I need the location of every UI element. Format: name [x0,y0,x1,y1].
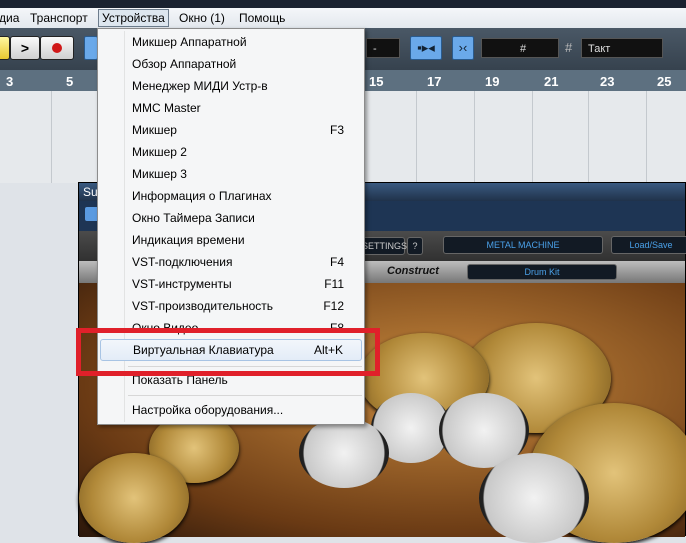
item-label: Настройка оборудования... [132,403,284,417]
load-save-button[interactable]: Load/Save [611,236,686,254]
menu-media[interactable]: диа [0,10,22,26]
item-shortcut: F3 [329,123,344,137]
item-label: MMC Master [132,101,201,115]
menu-item-device-setup[interactable]: Настройка оборудования... [100,399,362,421]
grid-line [532,91,533,183]
item-label: Микшер 2 [132,145,187,159]
item-label: Информация о Плагинах [132,189,272,203]
menu-item-midi-device-manager[interactable]: Менеджер МИДИ Устр-в [100,75,362,97]
floor-tom[interactable] [479,453,589,543]
ruler-mark: 21 [544,74,559,89]
pointer-tool[interactable] [84,36,98,60]
snap-mode-button[interactable]: ▪▸◂ [410,36,442,60]
record-button[interactable] [40,36,74,60]
item-label: VST-производительность [132,299,274,313]
menu-item-time-display[interactable]: Индикация времени [100,229,362,251]
cymbal[interactable] [79,453,189,543]
quantize-dropdown[interactable]: Такт [581,38,663,58]
cycle-button[interactable] [0,36,10,60]
construct-label: Construct [387,265,439,277]
grid-line [646,91,647,183]
menu-item-vst-connections[interactable]: VST-подключения F4 [100,251,362,273]
menu-item-mmc-master[interactable]: MMC Master [100,97,362,119]
menu-help[interactable]: Помощь [236,10,288,26]
menu-devices[interactable]: Устройства [98,9,169,27]
grid-line [588,91,589,183]
help-button[interactable]: ? [407,237,423,255]
menu-item-hardware-mixer[interactable]: Микшер Аппаратной [100,31,362,53]
menu-item-mixer[interactable]: Микшер F3 [100,119,362,141]
tom-drum[interactable] [299,418,389,488]
item-shortcut: F12 [323,299,344,313]
menu-item-hardware-overview[interactable]: Обзор Аппаратной [100,53,362,75]
item-label: Микшер Аппаратной [132,35,247,49]
title-bar [0,0,686,8]
record-icon [52,43,62,53]
menu-item-mixer-3[interactable]: Микшер 3 [100,163,362,185]
item-label: VST-инструменты [132,277,232,291]
item-label: VST-подключения [132,255,233,269]
grid-line [474,91,475,183]
menu-separator [128,395,362,396]
grid-icon: # [565,40,573,55]
preset-dropdown[interactable]: METAL MACHINE [443,236,603,254]
menu-item-vst-instruments[interactable]: VST-инструменты F11 [100,273,362,295]
menu-transport[interactable]: Транспорт [27,10,91,26]
grid-dropdown[interactable]: # [481,38,559,58]
settings-button[interactable]: SETTINGS [361,237,407,255]
item-label: Окно Таймера Записи [132,211,255,225]
menu-item-vst-performance[interactable]: VST-производительность F12 [100,295,362,317]
item-label: Микшер [132,123,177,137]
menu-item-record-timer[interactable]: Окно Таймера Записи [100,207,362,229]
ruler-mark: 5 [66,74,74,89]
grid-line [416,91,417,183]
ruler-mark: 23 [600,74,615,89]
ruler-mark: 3 [6,74,14,89]
item-label: Микшер 3 [132,167,187,181]
snap-dropdown[interactable]: - [366,38,400,58]
ruler-mark: 17 [427,74,442,89]
menu-bar: диа Транспорт Устройства Окно (1) Помощь [0,8,686,28]
item-label: Индикация времени [132,233,245,247]
grid-line [51,91,52,183]
ruler-mark: 15 [369,74,384,89]
item-label: Менеджер МИДИ Устр-в [132,79,268,93]
menu-item-mixer-2[interactable]: Микшер 2 [100,141,362,163]
kit-dropdown[interactable]: Drum Kit [467,264,617,280]
item-shortcut: F4 [329,255,344,269]
item-label: Обзор Аппаратной [132,57,237,71]
snap-to-zero-button[interactable]: ›‹ [452,36,474,60]
highlight-annotation-box [76,328,380,376]
item-shortcut: F11 [324,277,344,291]
ruler-mark: 19 [485,74,500,89]
menu-window[interactable]: Окно (1) [176,10,228,26]
ruler-mark: 25 [657,74,672,89]
menu-item-plugin-info[interactable]: Информация о Плагинах [100,185,362,207]
play-button[interactable]: > [10,36,40,60]
